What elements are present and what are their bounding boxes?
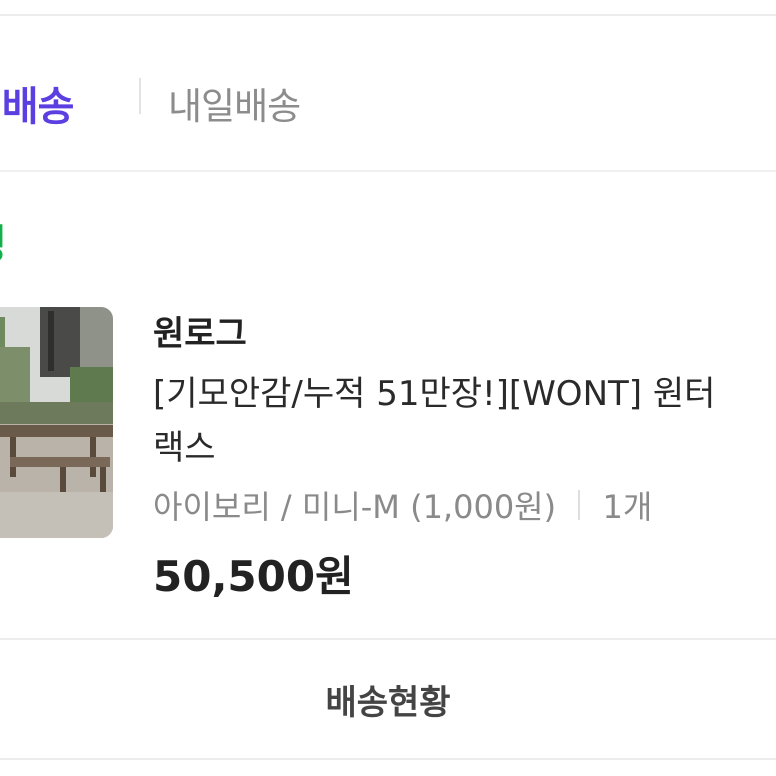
- product-photo: [0, 307, 113, 538]
- tab-tomorrow-delivery[interactable]: 내일배송: [168, 76, 301, 130]
- brand-name[interactable]: 원로그: [153, 306, 247, 355]
- tab-divider: [139, 78, 141, 114]
- order-status: 정: [0, 212, 7, 270]
- tab-dawn-delivery[interactable]: 진배송: [0, 74, 74, 132]
- product-thumbnail[interactable]: [0, 307, 113, 538]
- option-divider: [578, 490, 581, 520]
- option-row: 아이보리 / 미니-M (1,000원) 1개: [153, 482, 652, 526]
- delivery-status-label: 배송현황: [325, 682, 451, 723]
- product-price: 50,500원: [153, 552, 354, 601]
- product-quantity: 1개: [602, 488, 653, 526]
- delivery-status-button[interactable]: 배송현황: [0, 640, 776, 760]
- product-title-continued[interactable]: 랙스: [153, 420, 216, 469]
- product-title[interactable]: [기모안감/누적 51만장!][WONT] 원터: [153, 368, 776, 420]
- product-option: 아이보리 / 미니-M (1,000원): [153, 488, 557, 526]
- section-divider: [0, 170, 776, 172]
- order-item-page: 진배송 내일배송 정 원로그 [기모안감/누적 51만: [0, 0, 776, 776]
- delivery-tabs: 진배송 내일배송: [0, 16, 776, 170]
